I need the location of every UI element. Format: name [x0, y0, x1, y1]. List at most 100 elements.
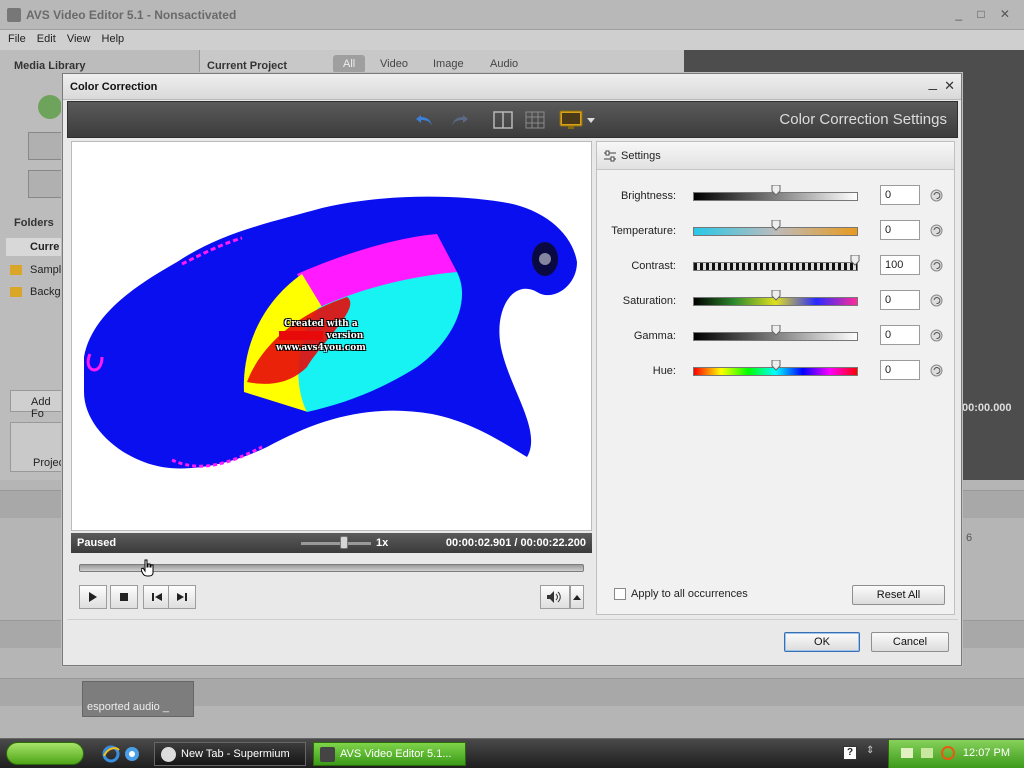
network-icon[interactable] [901, 748, 913, 758]
brightness-slider-handle[interactable] [771, 185, 781, 196]
contrast-row: Contrast: 100 [597, 254, 954, 278]
settings-header: Settings [597, 142, 954, 170]
speed-slider-track[interactable] [301, 542, 371, 545]
ie-icon[interactable] [102, 745, 120, 763]
speed-slider-handle[interactable] [340, 536, 348, 549]
audio-clip-label: esported audio _ [87, 701, 169, 713]
menu-edit[interactable]: Edit [37, 33, 56, 45]
menu-help[interactable]: Help [102, 33, 125, 45]
desktop-icon[interactable] [123, 745, 141, 763]
dialog-titlebar: Color Correction _ ✕ [63, 74, 961, 100]
project-button[interactable]: Projec [10, 422, 64, 472]
redo-icon[interactable] [448, 109, 470, 131]
avs-icon [320, 747, 335, 762]
cancel-button[interactable]: Cancel [871, 632, 949, 652]
watermark-logo [278, 331, 323, 340]
hue-slider-handle[interactable] [771, 360, 781, 371]
folders-label: Folders [14, 217, 54, 229]
brightness-value-field[interactable]: 0 [880, 185, 920, 205]
tab-image[interactable]: Image [433, 58, 464, 70]
saturation-row: Saturation: 0 [597, 289, 954, 313]
reset-all-button[interactable]: Reset All [852, 585, 945, 605]
folder-item-samples[interactable]: Sampl [30, 264, 61, 276]
audio-clip-thumb[interactable]: esported audio _ [82, 681, 194, 717]
skip-forward-icon [177, 593, 187, 601]
app-titlebar: AVS Video Editor 5.1 - Nonsactivated _ □… [0, 0, 1024, 30]
saturation-slider-handle[interactable] [771, 290, 781, 301]
reset-saturation-icon[interactable] [930, 294, 943, 307]
temperature-row: Temperature: 0 [597, 219, 954, 243]
clock: 12:07 PM [962, 747, 1010, 759]
undo-icon[interactable] [414, 109, 436, 131]
add-folder-button[interactable]: Add Fo [10, 390, 62, 420]
apply-all-checkbox[interactable] [614, 588, 626, 600]
stop-icon [120, 593, 128, 601]
capture-icon[interactable] [28, 170, 62, 198]
dialog-footer: OK Cancel [67, 619, 958, 663]
app-window-controls[interactable]: _ □ ✕ [955, 7, 1016, 21]
time-separator: / [514, 537, 518, 549]
menu-view[interactable]: View [67, 33, 91, 45]
app-title: AVS Video Editor 5.1 - Nonsactivated [26, 8, 237, 22]
folder-item-backgrounds[interactable]: Backgi [30, 286, 63, 298]
seek-handle[interactable] [140, 559, 154, 577]
watermark: Created with a version www.avs4you.com [276, 318, 366, 354]
reset-contrast-icon[interactable] [930, 259, 943, 272]
gamma-slider-handle[interactable] [771, 325, 781, 336]
watermark-version: version [326, 331, 364, 341]
add-media-icon[interactable] [38, 95, 62, 119]
search-tray-icon[interactable] [941, 746, 955, 760]
ok-button[interactable]: OK [784, 632, 860, 652]
volume-button[interactable] [540, 585, 570, 609]
contrast-slider[interactable] [693, 262, 858, 271]
hue-value-field[interactable]: 0 [880, 360, 920, 380]
reset-brightness-icon[interactable] [930, 189, 943, 202]
help-icon[interactable]: ? [843, 746, 857, 760]
total-time: 00:00:22.200 [520, 537, 586, 549]
tab-audio[interactable]: Audio [490, 58, 518, 70]
settings-heading: Color Correction Settings [779, 111, 947, 128]
color-correction-dialog: Color Correction _ ✕ Color Correction Se… [62, 73, 962, 666]
current-time: 00:00:02.901 [445, 537, 512, 549]
contrast-value-field[interactable]: 100 [880, 255, 920, 275]
volume-dropdown[interactable] [570, 585, 584, 609]
split-view-icon[interactable] [492, 109, 514, 131]
minimize-button[interactable]: _ [929, 74, 937, 91]
tab-all[interactable]: All [333, 55, 366, 73]
gamma-label: Gamma: [633, 330, 676, 342]
temperature-value-field[interactable]: 0 [880, 220, 920, 240]
watermark-line: Created with a [284, 319, 358, 329]
saturation-label: Saturation: [622, 295, 676, 307]
contrast-label: Contrast: [631, 260, 676, 272]
record-icon[interactable] [28, 132, 62, 160]
task-avs[interactable]: AVS Video Editor 5.1... [313, 742, 466, 766]
start-button[interactable] [6, 742, 84, 765]
tray-arrows-icon[interactable]: ⇕ [866, 745, 878, 761]
previous-frame-button[interactable] [143, 585, 171, 609]
playback-status: Paused [77, 537, 117, 549]
watermark-line: www.avs4you.com [276, 343, 366, 353]
play-button[interactable] [79, 585, 107, 609]
reset-temperature-icon[interactable] [930, 224, 943, 237]
media-library-label: Media Library [14, 60, 86, 72]
contrast-slider-handle[interactable] [850, 255, 860, 266]
close-button[interactable]: ✕ [944, 78, 955, 94]
gamma-value-field[interactable]: 0 [880, 325, 920, 345]
task-browser[interactable]: New Tab - Supermium [154, 742, 306, 766]
monitor-icon[interactable] [558, 109, 584, 131]
speaker-icon [547, 591, 561, 603]
task-browser-label: New Tab - Supermium [181, 748, 290, 760]
grid-view-icon[interactable] [524, 109, 546, 131]
reset-gamma-icon[interactable] [930, 329, 943, 342]
saturation-value-field[interactable]: 0 [880, 290, 920, 310]
sliders-icon [604, 150, 616, 162]
menu-file[interactable]: File [8, 33, 26, 45]
dropdown-arrow-icon[interactable] [584, 109, 598, 131]
stop-button[interactable] [110, 585, 138, 609]
temperature-slider-handle[interactable] [771, 220, 781, 231]
folder-item-current[interactable]: Curre [6, 238, 62, 256]
tab-video[interactable]: Video [380, 58, 408, 70]
next-frame-button[interactable] [168, 585, 196, 609]
tray-app-icon[interactable] [921, 748, 933, 758]
reset-hue-icon[interactable] [930, 364, 943, 377]
